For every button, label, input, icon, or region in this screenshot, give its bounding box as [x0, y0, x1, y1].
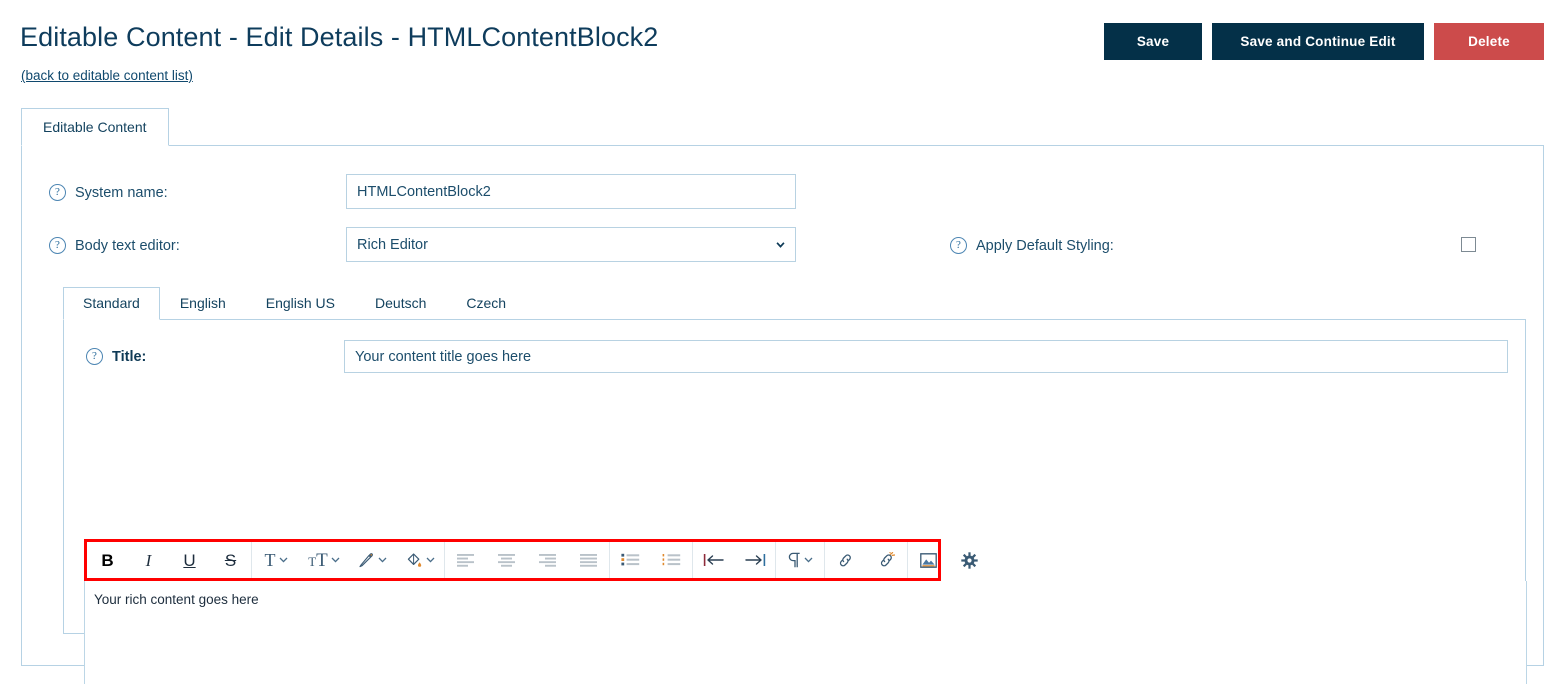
numbered-list-icon[interactable] [651, 542, 692, 578]
help-icon[interactable]: ? [49, 237, 66, 254]
strikethrough-icon[interactable]: S [210, 542, 251, 578]
link-icon[interactable] [825, 542, 866, 578]
help-icon[interactable]: ? [86, 348, 103, 365]
toolbar-group-links [825, 542, 907, 578]
outdent-icon[interactable] [693, 542, 734, 578]
title-label: Title: [112, 348, 147, 365]
back-to-list-link[interactable]: (back to editable content list) [21, 68, 193, 83]
align-center-icon[interactable] [486, 542, 527, 578]
action-buttons: Save Save and Continue Edit Delete [1104, 23, 1544, 60]
chevron-down-icon [279, 557, 287, 563]
italic-icon[interactable]: I [128, 542, 169, 578]
chevron-down-icon [331, 557, 340, 563]
body-text-editor-label-group: ? Body text editor: [49, 237, 180, 254]
chevron-down-icon [378, 557, 386, 563]
font-size-icon-glyph: TT [308, 549, 328, 571]
bold-icon-glyph: B [101, 550, 114, 570]
font-family-icon[interactable]: T [252, 542, 300, 578]
underline-icon[interactable]: U [169, 542, 210, 578]
align-justify-icon[interactable] [568, 542, 609, 578]
title-label-group: ? Title: [86, 348, 146, 365]
rich-text-content: Your rich content goes here [94, 592, 259, 607]
language-tabstrip: Standard English English US Deutsch Czech [63, 287, 1526, 320]
tab-editable-content[interactable]: Editable Content [21, 108, 169, 146]
toolbar-group-formatting: BIUS [87, 542, 251, 578]
system-name-input[interactable] [346, 174, 796, 209]
language-tab-english-us[interactable]: English US [246, 287, 355, 320]
apply-default-styling-checkbox[interactable] [1461, 237, 1476, 252]
underline-icon-glyph: U [183, 550, 196, 570]
language-tab-standard[interactable]: Standard [63, 287, 160, 320]
page-title: Editable Content - Edit Details - HTMLCo… [20, 22, 659, 52]
chevron-down-icon [426, 557, 435, 563]
language-tab-deutsch[interactable]: Deutsch [355, 287, 446, 320]
help-icon[interactable]: ? [950, 237, 967, 254]
language-tab-english[interactable]: English [160, 287, 246, 320]
toolbar-group-insert [908, 542, 990, 578]
toolbar-group-indent [693, 542, 775, 578]
toolbar-group-lists [610, 542, 692, 578]
body-text-editor-select-wrap: Rich EditorPlain TextHTML Source [346, 227, 796, 262]
help-icon[interactable]: ? [49, 184, 66, 201]
text-color-icon[interactable] [348, 542, 396, 578]
save-button[interactable]: Save [1104, 23, 1202, 60]
image-icon[interactable] [908, 542, 949, 578]
align-right-icon[interactable] [527, 542, 568, 578]
delete-button[interactable]: Delete [1434, 23, 1544, 60]
system-name-label: System name: [75, 184, 168, 201]
save-and-continue-edit-button[interactable]: Save and Continue Edit [1212, 23, 1424, 60]
system-name-label-group: ? System name: [49, 184, 168, 201]
toolbar-group-paragraph [776, 542, 824, 578]
indent-icon[interactable] [734, 542, 775, 578]
editable-content-panel: ? System name: ? Body text editor: Rich … [21, 146, 1544, 684]
language-tab-czech[interactable]: Czech [446, 287, 526, 320]
align-left-icon[interactable] [445, 542, 486, 578]
edit-details-page: Editable Content - Edit Details - HTMLCo… [0, 0, 1544, 684]
font-family-icon-glyph: T [264, 550, 276, 570]
apply-default-styling-label: Apply Default Styling: [976, 237, 1114, 254]
body-text-editor-select[interactable]: Rich EditorPlain TextHTML Source [346, 227, 796, 262]
paragraph-direction-icon[interactable] [776, 542, 824, 578]
apply-default-styling-label-group: ? Apply Default Styling: [950, 237, 1114, 254]
font-size-icon[interactable]: TT [300, 542, 348, 578]
rich-text-toolbar: B I U S T TT [84, 539, 978, 581]
toolbar-group-alignment [445, 542, 609, 578]
toolbar-group-font: T TT [252, 542, 444, 578]
bold-icon[interactable]: B [87, 542, 128, 578]
rich-text-editor-body[interactable]: Your rich content goes here [84, 581, 1527, 684]
body-text-editor-label: Body text editor: [75, 237, 180, 254]
background-color-icon[interactable] [396, 542, 444, 578]
outer-tabstrip: Editable Content [21, 108, 1544, 146]
chevron-down-icon [804, 557, 813, 563]
title-input[interactable] [344, 340, 1508, 373]
italic-icon-glyph: I [145, 550, 152, 570]
bulleted-list-icon[interactable] [610, 542, 651, 578]
unlink-icon[interactable] [866, 542, 907, 578]
strikethrough-icon-glyph: S [224, 550, 237, 570]
settings-icon[interactable] [949, 542, 990, 578]
